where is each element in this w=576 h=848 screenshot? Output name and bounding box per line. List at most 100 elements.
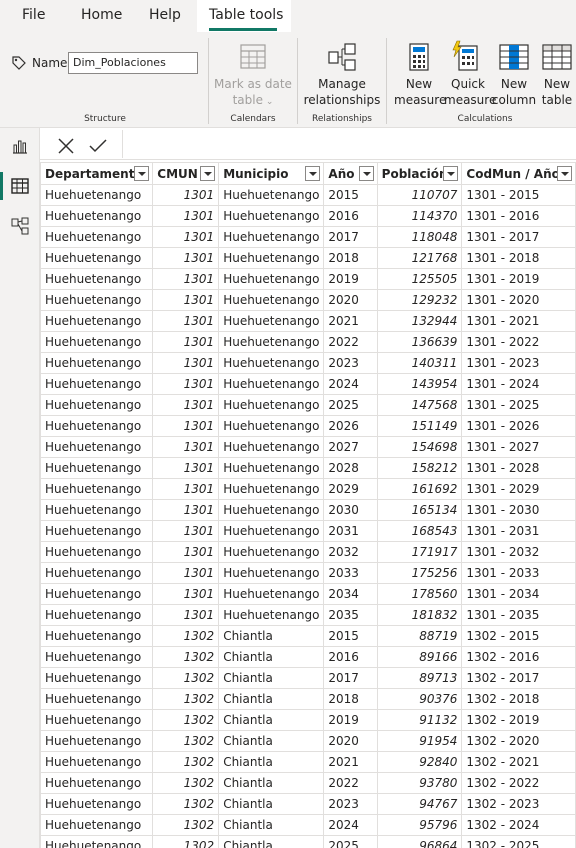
table-cell[interactable]: 2021: [323, 310, 378, 332]
table-row[interactable]: Huehuetenango 1301 Huehuetenango 2025 147568…: [40, 394, 576, 416]
table-cell[interactable]: 181832: [376, 604, 463, 626]
new-column-button[interactable]: New column: [491, 76, 537, 108]
table-cell[interactable]: Huehuetenango: [218, 205, 325, 227]
table-cell[interactable]: 1301 - 2035: [461, 604, 576, 626]
table-cell[interactable]: Huehuetenango: [218, 583, 325, 605]
table-row[interactable]: Huehuetenango 1301 Huehuetenango 2015 110707…: [40, 184, 576, 206]
table-cell[interactable]: Huehuetenango: [40, 562, 154, 584]
table-cell[interactable]: 1302: [152, 667, 220, 689]
table-view-icon[interactable]: [10, 176, 30, 196]
table-cell[interactable]: 1301: [152, 310, 220, 332]
table-cell[interactable]: 118048: [376, 226, 463, 248]
table-cell[interactable]: 2033: [323, 562, 378, 584]
table-cell[interactable]: Chiantla: [218, 814, 325, 836]
table-row[interactable]: Huehuetenango 1302 Chiantla 2017 89713 1302 -…: [40, 667, 576, 689]
table-cell[interactable]: 1302 - 2018: [461, 688, 576, 710]
table-row[interactable]: Huehuetenango 1301 Huehuetenango 2029 161692…: [40, 478, 576, 500]
new-measure-button[interactable]: New measure: [394, 76, 446, 108]
table-cell[interactable]: Huehuetenango: [40, 730, 154, 752]
table-row[interactable]: Huehuetenango 1302 Chiantla 2015 88719 1302 -…: [40, 625, 576, 647]
table-cell[interactable]: 1302 - 2015: [461, 625, 576, 647]
table-cell[interactable]: 2017: [323, 667, 378, 689]
table-cell[interactable]: Huehuetenango: [218, 436, 325, 458]
table-cell[interactable]: 1302 - 2016: [461, 646, 576, 668]
table-cell[interactable]: Chiantla: [218, 751, 325, 773]
table-cell[interactable]: Huehuetenango: [40, 436, 154, 458]
table-cell[interactable]: 2020: [323, 730, 378, 752]
table-cell[interactable]: Huehuetenango: [40, 793, 154, 815]
table-cell[interactable]: 2026: [323, 415, 378, 437]
table-cell[interactable]: Chiantla: [218, 688, 325, 710]
mark-as-date-table-button[interactable]: Mark as date table ⌄: [214, 76, 292, 110]
table-cell[interactable]: 1301 - 2030: [461, 499, 576, 521]
table-cell[interactable]: 1302 - 2025: [461, 835, 576, 848]
table-row[interactable]: Huehuetenango 1301 Huehuetenango 2032 171917…: [40, 541, 576, 563]
table-cell[interactable]: 2028: [323, 457, 378, 479]
table-cell[interactable]: 2016: [323, 646, 378, 668]
table-cell[interactable]: 91954: [376, 730, 463, 752]
table-cell[interactable]: Huehuetenango: [40, 625, 154, 647]
table-row[interactable]: Huehuetenango 1301 Huehuetenango 2019 125505…: [40, 268, 576, 290]
table-cell[interactable]: 1302 - 2020: [461, 730, 576, 752]
table-cell[interactable]: Chiantla: [218, 730, 325, 752]
table-cell[interactable]: 1301 - 2034: [461, 583, 576, 605]
filter-dropdown-icon[interactable]: [200, 166, 216, 181]
table-row[interactable]: Huehuetenango 1301 Huehuetenango 2030 165134…: [40, 499, 576, 521]
table-cell[interactable]: 93780: [376, 772, 463, 794]
table-cell[interactable]: 1302 - 2024: [461, 814, 576, 836]
table-cell[interactable]: 1301: [152, 583, 220, 605]
table-cell[interactable]: 154698: [376, 436, 463, 458]
table-cell[interactable]: 1301 - 2029: [461, 478, 576, 500]
table-cell[interactable]: 168543: [376, 520, 463, 542]
table-row[interactable]: Huehuetenango 1301 Huehuetenango 2034 178560…: [40, 583, 576, 605]
table-cell[interactable]: 136639: [376, 331, 463, 353]
table-row[interactable]: Huehuetenango 1302 Chiantla 2016 89166 1302 -…: [40, 646, 576, 668]
table-cell[interactable]: 161692: [376, 478, 463, 500]
table-cell[interactable]: 1302 - 2023: [461, 793, 576, 815]
table-cell[interactable]: 2031: [323, 520, 378, 542]
table-cell[interactable]: 2015: [323, 625, 378, 647]
table-cell[interactable]: Huehuetenango: [40, 751, 154, 773]
table-cell[interactable]: 143954: [376, 373, 463, 395]
table-cell[interactable]: 1301 - 2016: [461, 205, 576, 227]
table-row[interactable]: Huehuetenango 1302 Chiantla 2020 91954 1302 -…: [40, 730, 576, 752]
table-cell[interactable]: Huehuetenango: [218, 310, 325, 332]
table-cell[interactable]: 2030: [323, 499, 378, 521]
table-cell[interactable]: Huehuetenango: [40, 289, 154, 311]
table-cell[interactable]: 95796: [376, 814, 463, 836]
table-cell[interactable]: Chiantla: [218, 793, 325, 815]
column-header[interactable]: Año: [323, 162, 378, 185]
table-cell[interactable]: 2024: [323, 814, 378, 836]
table-cell[interactable]: Huehuetenango: [40, 520, 154, 542]
table-row[interactable]: Huehuetenango 1301 Huehuetenango 2026 151149…: [40, 415, 576, 437]
table-cell[interactable]: 1301 - 2022: [461, 331, 576, 353]
table-cell[interactable]: 1301 - 2025: [461, 394, 576, 416]
table-cell[interactable]: Chiantla: [218, 772, 325, 794]
table-row[interactable]: Huehuetenango 1301 Huehuetenango 2017 118048…: [40, 226, 576, 248]
table-cell[interactable]: 1301: [152, 436, 220, 458]
table-cell[interactable]: 1301: [152, 520, 220, 542]
filter-dropdown-icon[interactable]: [443, 166, 459, 181]
table-cell[interactable]: 1302: [152, 835, 220, 848]
table-row[interactable]: Huehuetenango 1301 Huehuetenango 2022 136639…: [40, 331, 576, 353]
column-header[interactable]: Departamento: [40, 162, 154, 185]
table-cell[interactable]: 132944: [376, 310, 463, 332]
filter-dropdown-icon[interactable]: [305, 166, 321, 181]
filter-dropdown-icon[interactable]: [557, 166, 572, 181]
table-cell[interactable]: 1301: [152, 205, 220, 227]
table-cell[interactable]: Huehuetenango: [218, 499, 325, 521]
table-cell[interactable]: 2018: [323, 247, 378, 269]
table-cell[interactable]: 178560: [376, 583, 463, 605]
table-cell[interactable]: 1301: [152, 268, 220, 290]
table-cell[interactable]: Huehuetenango: [40, 667, 154, 689]
table-cell[interactable]: 2022: [323, 772, 378, 794]
table-cell[interactable]: 1301 - 2019: [461, 268, 576, 290]
table-cell[interactable]: Huehuetenango: [40, 457, 154, 479]
table-cell[interactable]: 175256: [376, 562, 463, 584]
table-cell[interactable]: 1301 - 2023: [461, 352, 576, 374]
table-cell[interactable]: 147568: [376, 394, 463, 416]
table-cell[interactable]: 2019: [323, 709, 378, 731]
table-name-input[interactable]: Dim_Poblaciones: [68, 52, 198, 74]
table-cell[interactable]: 2025: [323, 394, 378, 416]
commit-check-icon[interactable]: [89, 137, 107, 155]
